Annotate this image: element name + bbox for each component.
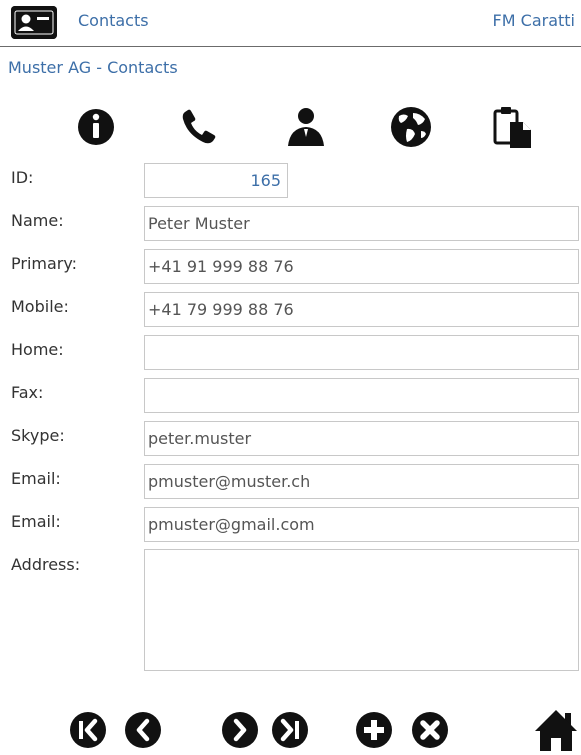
skype-field[interactable] [144,421,579,456]
previous-record-icon[interactable] [124,711,162,749]
add-record-icon[interactable] [355,711,393,749]
email-field-1[interactable] [144,464,579,499]
email-field-2[interactable] [144,507,579,542]
primary-phone-field[interactable] [144,249,579,284]
home-phone-field[interactable] [144,335,579,370]
clipboard-icon[interactable] [490,104,538,150]
person-icon[interactable] [282,104,330,150]
mobile-phone-field[interactable] [144,292,579,327]
globe-icon[interactable] [387,104,435,150]
next-record-icon[interactable] [221,711,259,749]
name-label: Name: [11,211,64,230]
fax-label: Fax: [11,383,44,402]
info-icon[interactable] [72,104,120,150]
app-title[interactable]: Contacts [78,11,149,30]
fax-field[interactable] [144,378,579,413]
home-label: Home: [11,340,64,359]
page-title: Muster AG - Contacts [8,58,178,77]
user-name[interactable]: FM Caratti [493,11,575,30]
email-label-2: Email: [11,512,61,531]
app-header: Contacts FM Caratti [0,0,581,47]
address-field[interactable] [144,549,579,671]
contact-card-icon[interactable] [11,6,57,39]
last-record-icon[interactable] [271,711,309,749]
primary-label: Primary: [11,254,78,273]
phone-icon[interactable] [176,104,224,150]
home-icon[interactable] [533,707,579,753]
skype-label: Skype: [11,426,65,445]
id-field[interactable] [144,163,288,198]
delete-record-icon[interactable] [411,711,449,749]
address-label: Address: [11,555,81,574]
first-record-icon[interactable] [69,711,107,749]
name-field[interactable] [144,206,579,241]
email-label: Email: [11,469,61,488]
mobile-label: Mobile: [11,297,69,316]
id-label: ID: [11,168,34,187]
